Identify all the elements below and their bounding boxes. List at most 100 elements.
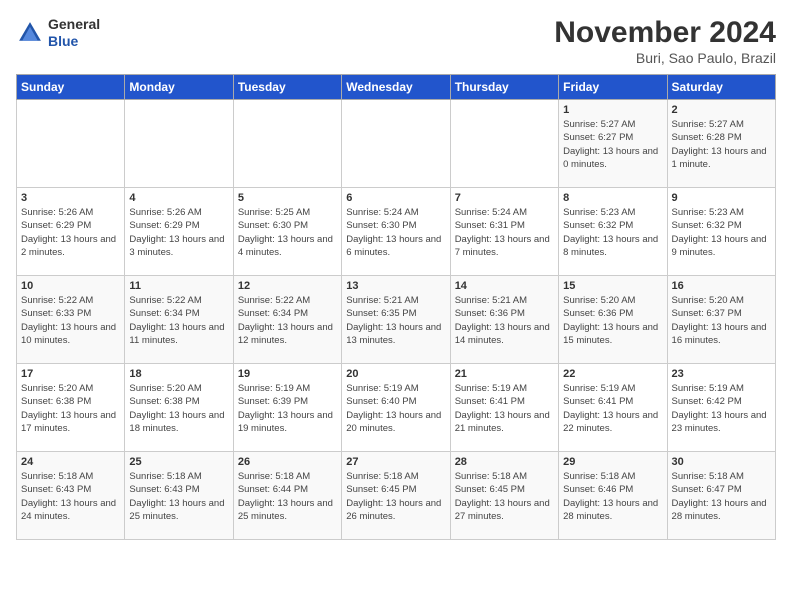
day-info: Sunrise: 5:20 AM Sunset: 6:38 PM Dayligh…	[129, 382, 228, 435]
calendar-cell: 1Sunrise: 5:27 AM Sunset: 6:27 PM Daylig…	[559, 100, 667, 188]
day-info: Sunrise: 5:27 AM Sunset: 6:28 PM Dayligh…	[672, 118, 771, 171]
calendar-cell: 6Sunrise: 5:24 AM Sunset: 6:30 PM Daylig…	[342, 188, 450, 276]
day-info: Sunrise: 5:19 AM Sunset: 6:40 PM Dayligh…	[346, 382, 445, 435]
day-info: Sunrise: 5:19 AM Sunset: 6:39 PM Dayligh…	[238, 382, 337, 435]
calendar-cell: 20 Sunrise: 5:19 AM Sunset: 6:40 PM Dayli…	[342, 364, 450, 452]
calendar-cell	[17, 100, 125, 188]
day-number: 30	[672, 456, 771, 468]
calendar-cell	[450, 100, 558, 188]
page-header: General Blue November 2024 Buri, Sao Pau…	[16, 16, 776, 66]
day-number: 4	[129, 192, 228, 204]
day-number: 7	[455, 192, 554, 204]
day-number: 25	[129, 456, 228, 468]
day-number: 9	[672, 192, 771, 204]
day-info: Sunrise: 5:18 AM Sunset: 6:44 PM Dayligh…	[238, 470, 337, 523]
day-number: 22	[563, 368, 662, 380]
day-number: 13	[346, 280, 445, 292]
day-info: Sunrise: 5:21 AM Sunset: 6:36 PM Dayligh…	[455, 294, 554, 347]
calendar-cell: 21 Sunrise: 5:19 AM Sunset: 6:41 PM Dayli…	[450, 364, 558, 452]
day-number: 21	[455, 368, 554, 380]
day-info: Sunrise: 5:24 AM Sunset: 6:31 PM Dayligh…	[455, 206, 554, 259]
calendar-week-row: 10Sunrise: 5:22 AM Sunset: 6:33 PM Dayli…	[17, 276, 776, 364]
calendar-cell: 5 Sunrise: 5:25 AM Sunset: 6:30 PM Daylig…	[233, 188, 341, 276]
month-title: November 2024	[554, 16, 776, 50]
calendar-cell: 2 Sunrise: 5:27 AM Sunset: 6:28 PM Daylig…	[667, 100, 775, 188]
day-number: 8	[563, 192, 662, 204]
calendar-cell: 19 Sunrise: 5:19 AM Sunset: 6:39 PM Dayli…	[233, 364, 341, 452]
logo-blue-text: Blue	[48, 33, 100, 50]
title-block: November 2024 Buri, Sao Paulo, Brazil	[554, 16, 776, 66]
day-number: 5	[238, 192, 337, 204]
day-number: 23	[672, 368, 771, 380]
day-number: 6	[346, 192, 445, 204]
weekday-header-sunday: Sunday	[17, 75, 125, 100]
logo-icon	[16, 19, 44, 47]
weekday-header-monday: Monday	[125, 75, 233, 100]
day-info: Sunrise: 5:19 AM Sunset: 6:42 PM Dayligh…	[672, 382, 771, 435]
day-info: Sunrise: 5:18 AM Sunset: 6:45 PM Dayligh…	[455, 470, 554, 523]
day-number: 10	[21, 280, 120, 292]
calendar-cell: 23 Sunrise: 5:19 AM Sunset: 6:42 PM Dayli…	[667, 364, 775, 452]
location: Buri, Sao Paulo, Brazil	[554, 50, 776, 66]
day-info: Sunrise: 5:20 AM Sunset: 6:36 PM Dayligh…	[563, 294, 662, 347]
calendar-cell: 10Sunrise: 5:22 AM Sunset: 6:33 PM Dayli…	[17, 276, 125, 364]
calendar-cell: 30 Sunrise: 5:18 AM Sunset: 6:47 PM Dayli…	[667, 452, 775, 540]
calendar-table: SundayMondayTuesdayWednesdayThursdayFrid…	[16, 74, 776, 540]
day-number: 19	[238, 368, 337, 380]
day-info: Sunrise: 5:27 AM Sunset: 6:27 PM Dayligh…	[563, 118, 662, 171]
day-number: 16	[672, 280, 771, 292]
calendar-cell: 4 Sunrise: 5:26 AM Sunset: 6:29 PM Daylig…	[125, 188, 233, 276]
calendar-cell: 7 Sunrise: 5:24 AM Sunset: 6:31 PM Daylig…	[450, 188, 558, 276]
calendar-cell: 28 Sunrise: 5:18 AM Sunset: 6:45 PM Dayli…	[450, 452, 558, 540]
day-number: 3	[21, 192, 120, 204]
day-number: 29	[563, 456, 662, 468]
calendar-cell	[125, 100, 233, 188]
calendar-cell: 3Sunrise: 5:26 AM Sunset: 6:29 PM Daylig…	[17, 188, 125, 276]
day-number: 2	[672, 104, 771, 116]
day-info: Sunrise: 5:26 AM Sunset: 6:29 PM Dayligh…	[129, 206, 228, 259]
calendar-cell: 13 Sunrise: 5:21 AM Sunset: 6:35 PM Dayli…	[342, 276, 450, 364]
calendar-cell: 25 Sunrise: 5:18 AM Sunset: 6:43 PM Dayli…	[125, 452, 233, 540]
day-number: 15	[563, 280, 662, 292]
day-info: Sunrise: 5:20 AM Sunset: 6:38 PM Dayligh…	[21, 382, 120, 435]
calendar-cell: 9Sunrise: 5:23 AM Sunset: 6:32 PM Daylig…	[667, 188, 775, 276]
day-info: Sunrise: 5:18 AM Sunset: 6:47 PM Dayligh…	[672, 470, 771, 523]
day-number: 18	[129, 368, 228, 380]
calendar-cell: 17 Sunrise: 5:20 AM Sunset: 6:38 PM Dayli…	[17, 364, 125, 452]
logo-general-text: General	[48, 16, 100, 33]
day-info: Sunrise: 5:19 AM Sunset: 6:41 PM Dayligh…	[563, 382, 662, 435]
day-number: 28	[455, 456, 554, 468]
day-number: 27	[346, 456, 445, 468]
day-info: Sunrise: 5:22 AM Sunset: 6:34 PM Dayligh…	[129, 294, 228, 347]
calendar-week-row: 3 Sunrise: 5:26 AM Sunset: 6:29 PM Daylig…	[17, 188, 776, 276]
calendar-cell: 11Sunrise: 5:22 AM Sunset: 6:34 PM Dayli…	[125, 276, 233, 364]
day-info: Sunrise: 5:20 AM Sunset: 6:37 PM Dayligh…	[672, 294, 771, 347]
weekday-header-thursday: Thursday	[450, 75, 558, 100]
day-number: 24	[21, 456, 120, 468]
day-info: Sunrise: 5:18 AM Sunset: 6:46 PM Dayligh…	[563, 470, 662, 523]
day-info: Sunrise: 5:19 AM Sunset: 6:41 PM Dayligh…	[455, 382, 554, 435]
calendar-cell: 16 Sunrise: 5:20 AM Sunset: 6:37 PM Dayli…	[667, 276, 775, 364]
calendar-cell: 14 Sunrise: 5:21 AM Sunset: 6:36 PM Dayli…	[450, 276, 558, 364]
day-number: 14	[455, 280, 554, 292]
calendar-cell	[342, 100, 450, 188]
logo: General Blue	[16, 16, 100, 50]
calendar-cell: 18 Sunrise: 5:20 AM Sunset: 6:38 PM Dayli…	[125, 364, 233, 452]
calendar-cell: 26 Sunrise: 5:18 AM Sunset: 6:44 PM Dayli…	[233, 452, 341, 540]
day-number: 26	[238, 456, 337, 468]
weekday-header-wednesday: Wednesday	[342, 75, 450, 100]
weekday-header-saturday: Saturday	[667, 75, 775, 100]
day-number: 17	[21, 368, 120, 380]
day-number: 20	[346, 368, 445, 380]
day-info: Sunrise: 5:18 AM Sunset: 6:43 PM Dayligh…	[21, 470, 120, 523]
weekday-header-friday: Friday	[559, 75, 667, 100]
logo-text: General Blue	[48, 16, 100, 50]
day-info: Sunrise: 5:18 AM Sunset: 6:43 PM Dayligh…	[129, 470, 228, 523]
calendar-cell: 27Sunrise: 5:18 AM Sunset: 6:45 PM Dayli…	[342, 452, 450, 540]
day-info: Sunrise: 5:23 AM Sunset: 6:32 PM Dayligh…	[563, 206, 662, 259]
calendar-cell	[233, 100, 341, 188]
weekday-header-tuesday: Tuesday	[233, 75, 341, 100]
day-info: Sunrise: 5:21 AM Sunset: 6:35 PM Dayligh…	[346, 294, 445, 347]
day-info: Sunrise: 5:25 AM Sunset: 6:30 PM Dayligh…	[238, 206, 337, 259]
calendar-week-row: 1Sunrise: 5:27 AM Sunset: 6:27 PM Daylig…	[17, 100, 776, 188]
